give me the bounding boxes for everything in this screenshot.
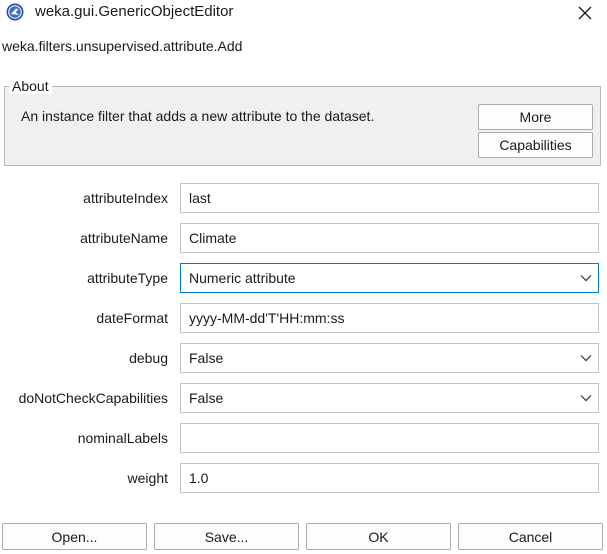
do-not-check-capabilities-dropdown[interactable]: False bbox=[180, 383, 599, 413]
date-format-field[interactable]: yyyy-MM-dd'T'HH:mm:ss bbox=[180, 303, 599, 333]
attribute-name-field[interactable]: Climate bbox=[180, 223, 599, 253]
window-title: weka.gui.GenericObjectEditor bbox=[35, 3, 234, 20]
nominal-labels-label: nominalLabels bbox=[77, 430, 168, 446]
debug-value: False bbox=[189, 350, 224, 366]
debug-dropdown[interactable]: False bbox=[180, 343, 599, 373]
attribute-index-label: attributeIndex bbox=[83, 190, 168, 206]
weight-field[interactable]: 1.0 bbox=[180, 463, 599, 493]
save-button[interactable]: Save... bbox=[154, 523, 299, 550]
chevron-down-icon bbox=[580, 395, 592, 402]
attribute-type-value: Numeric attribute bbox=[189, 270, 296, 286]
cancel-button[interactable]: Cancel bbox=[458, 523, 603, 550]
attribute-type-label: attributeType bbox=[87, 270, 168, 286]
filter-class-name: weka.filters.unsupervised.attribute.Add bbox=[2, 38, 243, 54]
capabilities-button[interactable]: Capabilities bbox=[478, 132, 593, 158]
more-button[interactable]: More bbox=[478, 104, 593, 130]
attribute-type-dropdown[interactable]: Numeric attribute bbox=[180, 263, 599, 293]
do-not-check-capabilities-value: False bbox=[189, 390, 224, 406]
date-format-label: dateFormat bbox=[96, 310, 168, 326]
attribute-name-label: attributeName bbox=[80, 230, 168, 246]
attribute-index-field[interactable]: last bbox=[180, 183, 599, 213]
close-icon bbox=[578, 6, 591, 20]
weka-bird-icon bbox=[6, 3, 24, 21]
weight-label: weight bbox=[127, 470, 168, 486]
chevron-down-icon bbox=[580, 275, 592, 282]
about-group-title: About bbox=[9, 78, 52, 94]
close-button[interactable] bbox=[562, 0, 607, 26]
open-button[interactable]: Open... bbox=[2, 523, 147, 550]
debug-label: debug bbox=[129, 350, 168, 366]
about-description: An instance filter that adds a new attri… bbox=[21, 108, 375, 124]
nominal-labels-field[interactable] bbox=[180, 423, 599, 453]
ok-button[interactable]: OK bbox=[306, 523, 451, 550]
chevron-down-icon bbox=[580, 355, 592, 362]
do-not-check-capabilities-label: doNotCheckCapabilities bbox=[18, 390, 168, 406]
